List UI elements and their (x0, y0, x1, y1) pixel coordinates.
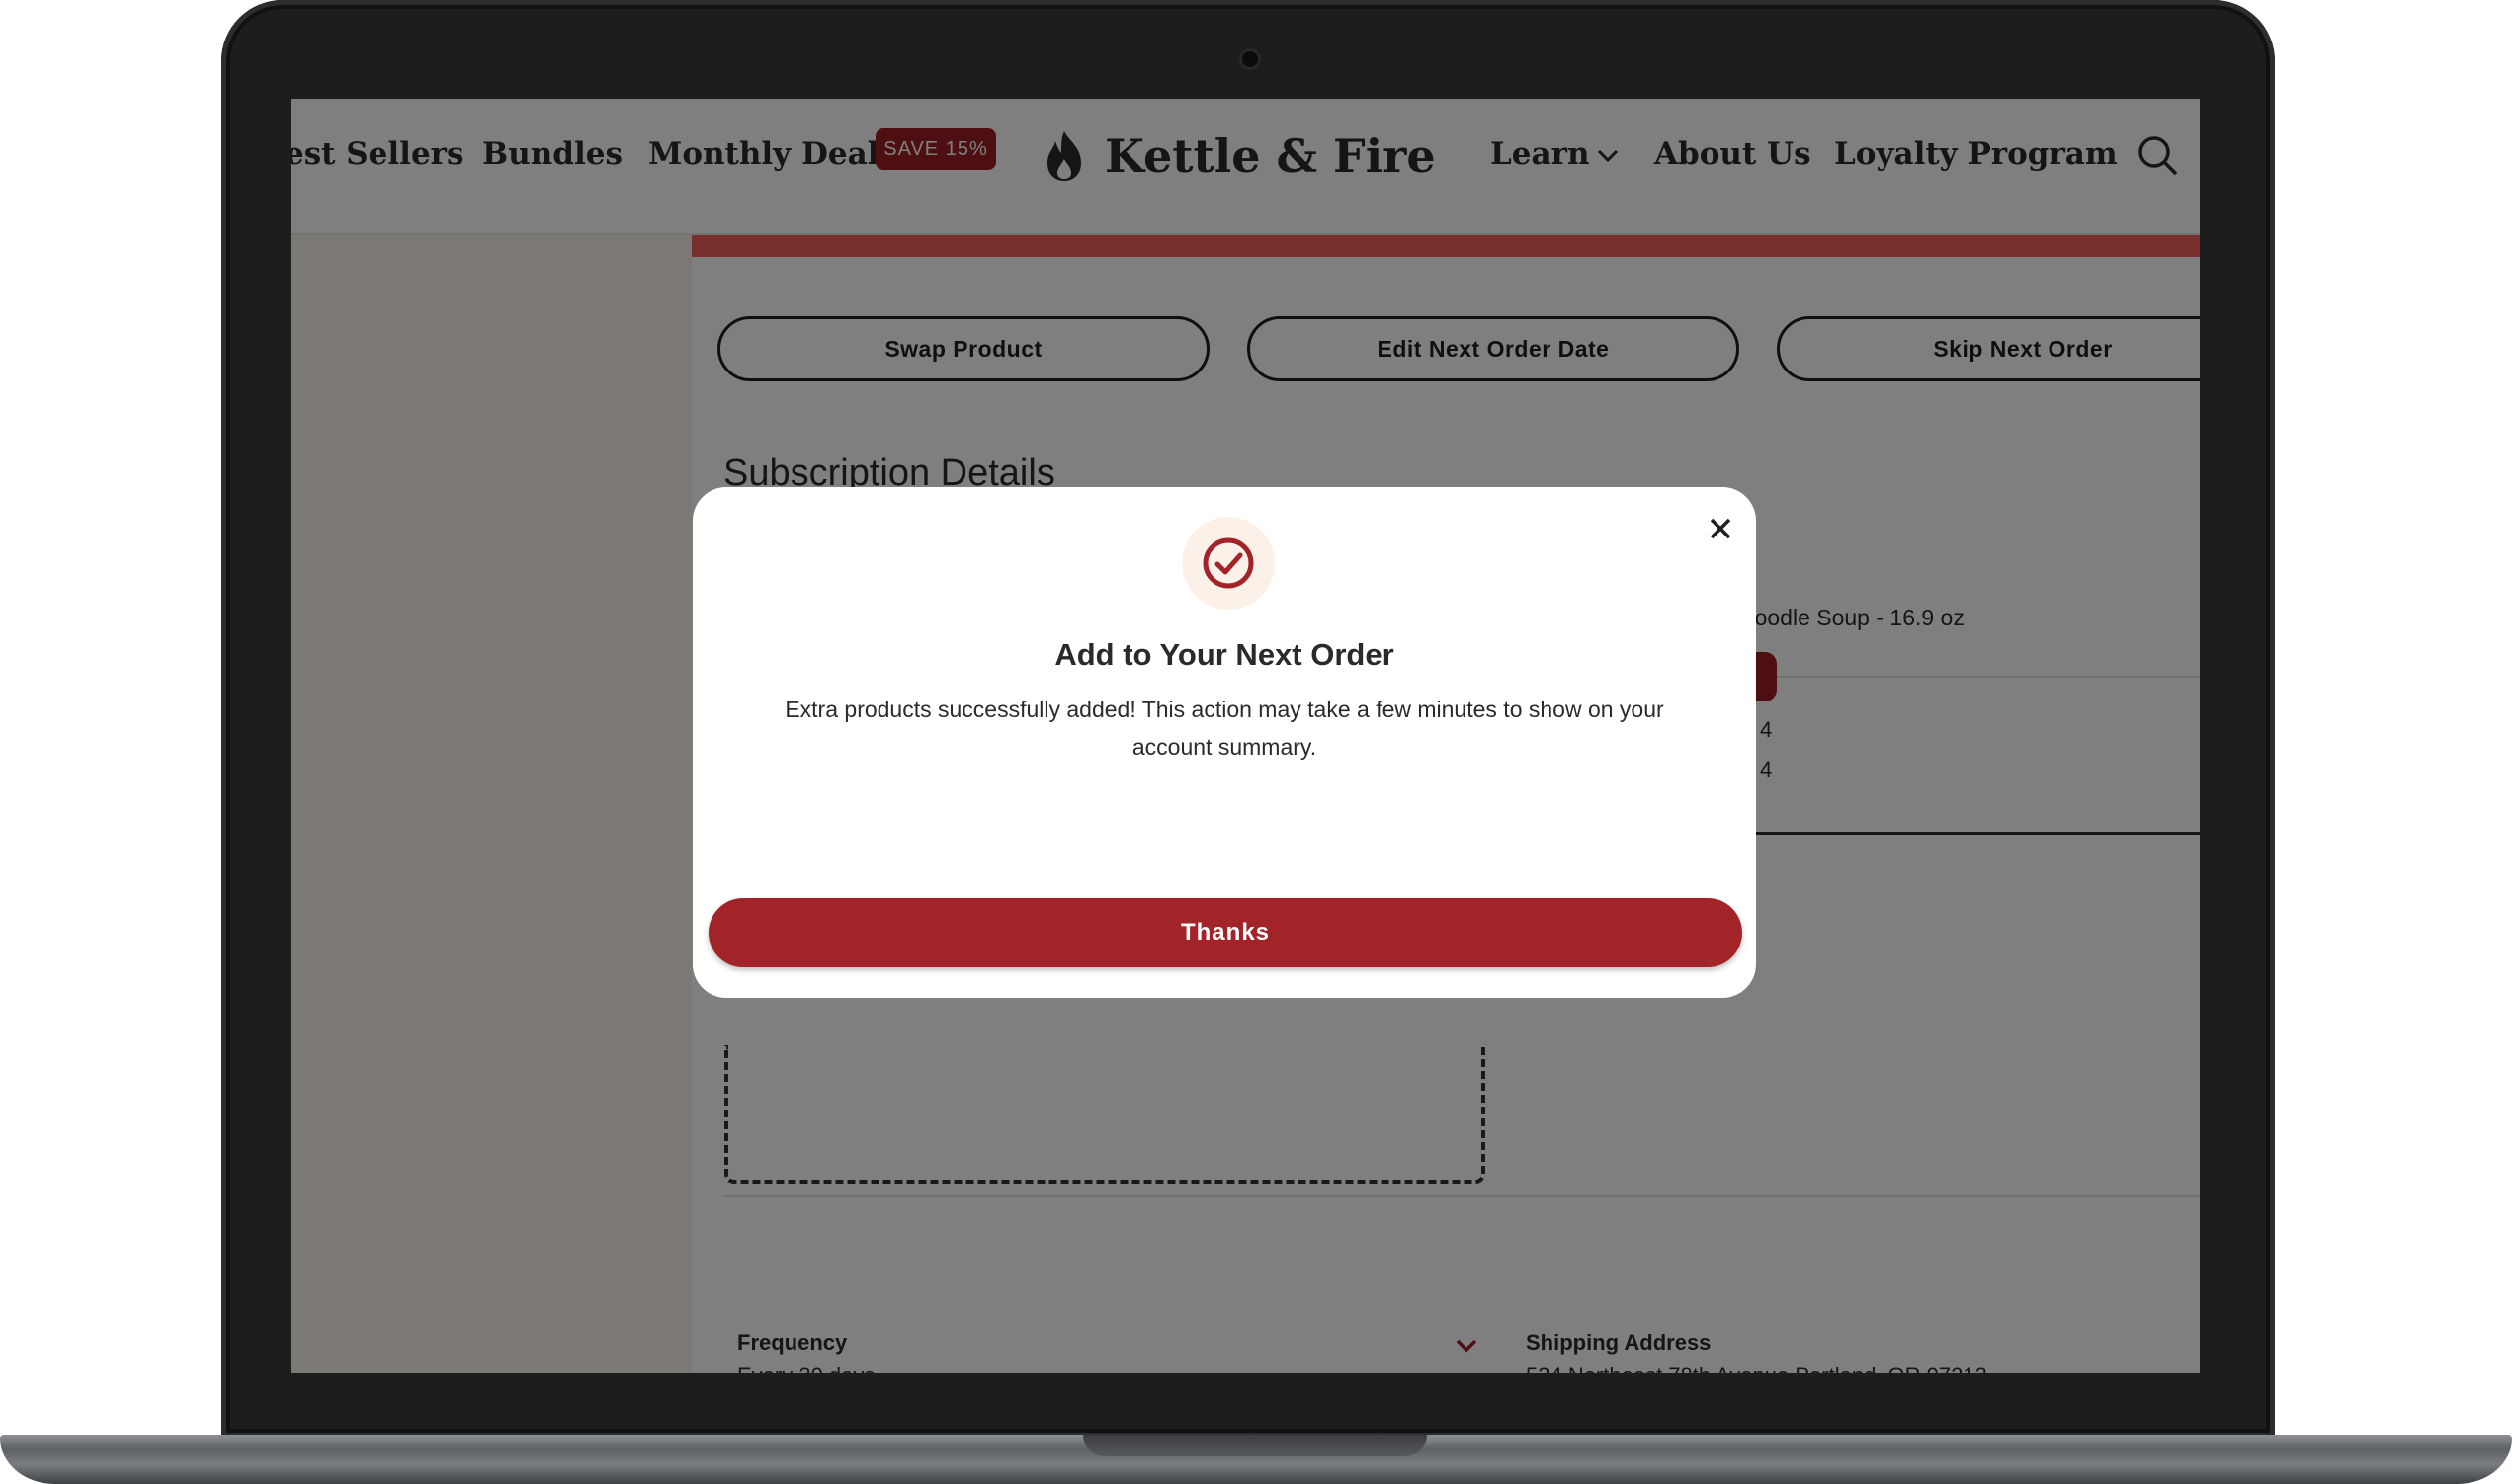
dialog-title: Add to Your Next Order (1054, 637, 1394, 672)
close-icon[interactable] (1703, 511, 1738, 546)
add-to-order-dialog: Add to Your Next Order Extra products su… (693, 487, 1756, 998)
camera-icon (1242, 51, 1258, 67)
browser-screen: est Sellers Bundles Monthly Deals SAVE 1… (291, 99, 2200, 1373)
dialog-message: Extra products successfully added! This … (785, 697, 1664, 760)
thanks-button[interactable]: Thanks (709, 898, 1742, 967)
laptop-notch (1083, 1435, 1427, 1456)
success-badge (1182, 517, 1275, 610)
check-circle-icon (1203, 537, 1254, 589)
